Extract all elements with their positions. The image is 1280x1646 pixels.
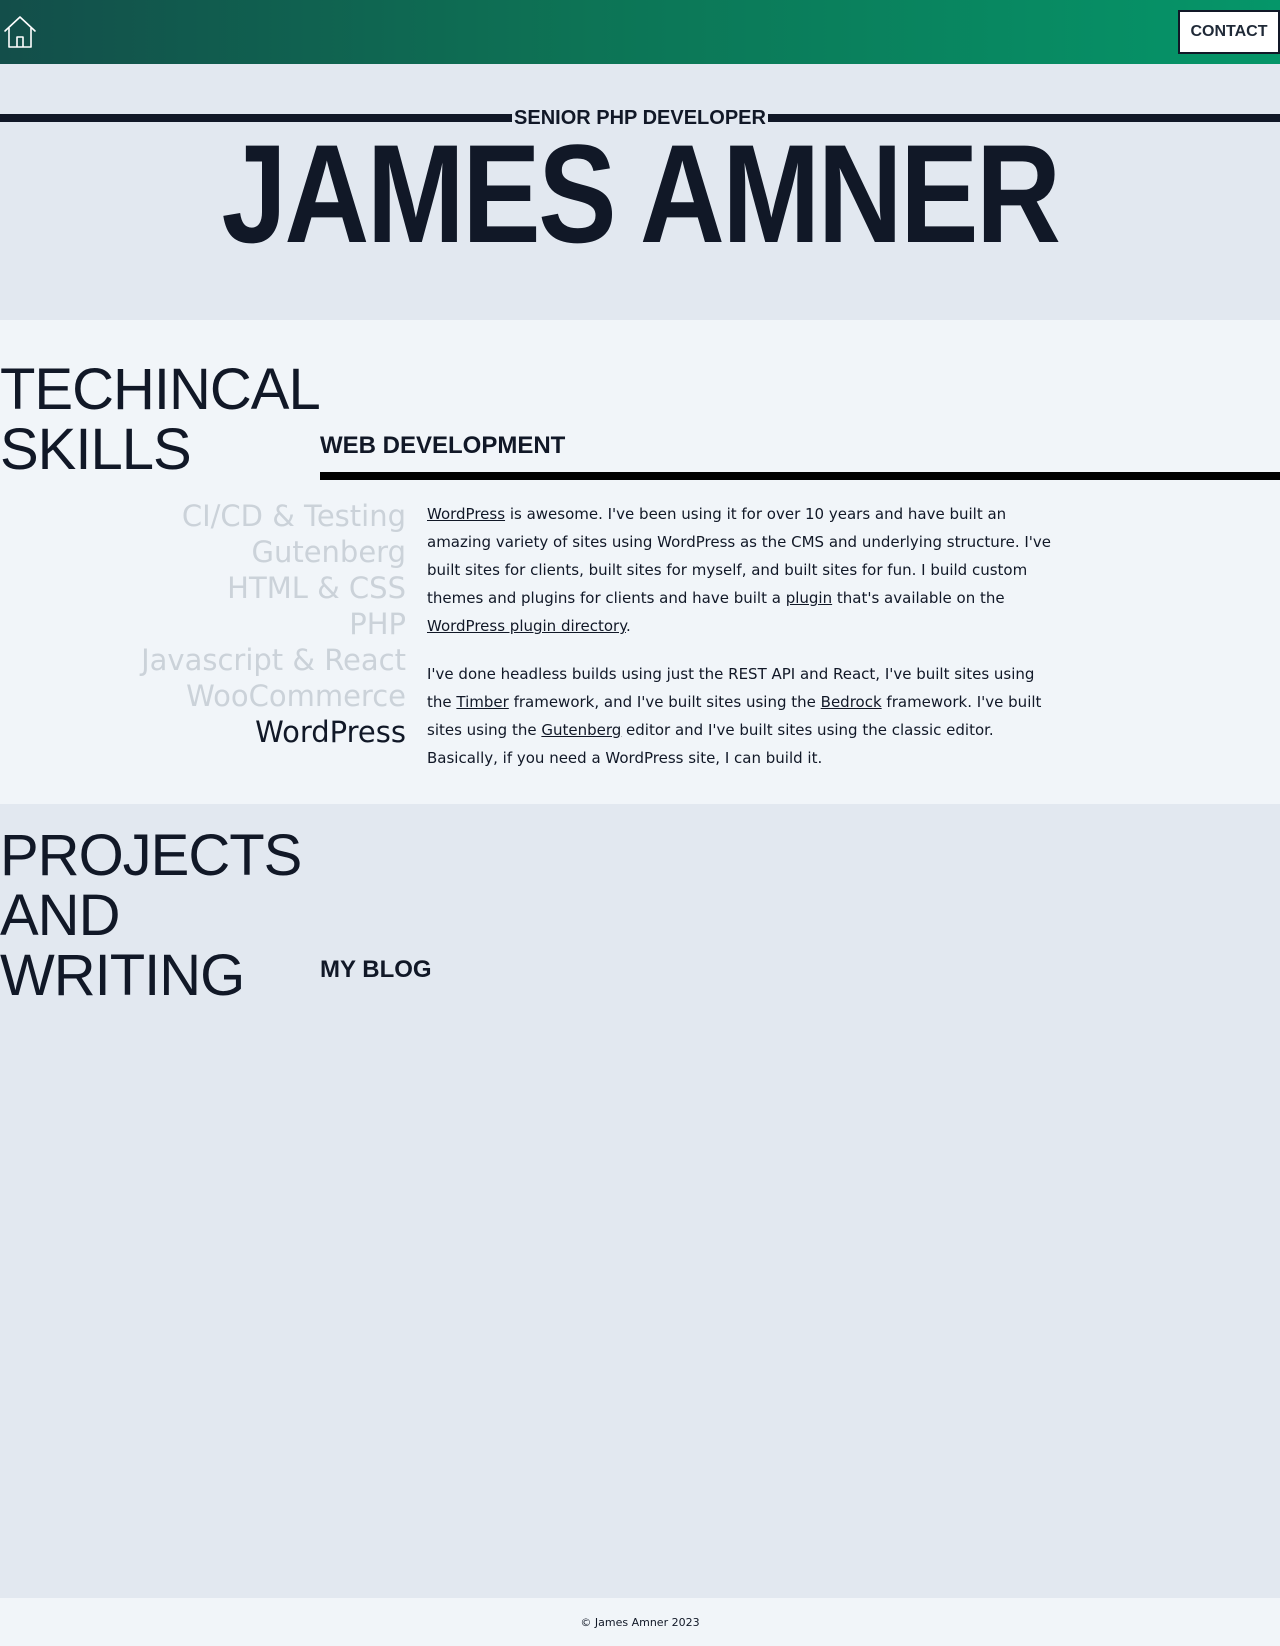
bedrock-link[interactable]: Bedrock (821, 693, 882, 711)
skill-tab-cicd[interactable]: CI/CD & Testing (0, 498, 406, 534)
paragraph-text: that's available on the (832, 589, 1005, 607)
skill-tab-html-css[interactable]: HTML & CSS (0, 570, 406, 606)
skill-tab-php[interactable]: PHP (0, 606, 406, 642)
skills-heading-line: SKILLS (0, 417, 192, 482)
skills-heading-line: TECHINCAL (0, 357, 321, 422)
skill-paragraph: I've done headless builds using just the… (427, 660, 1057, 772)
skill-tab-woocommerce[interactable]: WooCommerce (0, 678, 406, 714)
projects-heading: PROJECTS AND WRITING (0, 823, 302, 1008)
plugin-directory-link[interactable]: WordPress plugin directory (427, 617, 626, 635)
footer: © James Amner 2023 (0, 1598, 1280, 1646)
page-title: JAMES AMNER (221, 115, 1061, 272)
gutenberg-link[interactable]: Gutenberg (541, 721, 621, 739)
projects-heading-line: WRITING (0, 943, 245, 1008)
contact-button[interactable]: CONTACT (1178, 10, 1280, 54)
projects-heading-line: AND (0, 883, 120, 948)
skill-panel-divider (320, 472, 1280, 480)
skill-tab-gutenberg[interactable]: Gutenberg (0, 534, 406, 570)
paragraph-text: . (625, 617, 631, 635)
projects-section: PROJECTS AND WRITING MY BLOG (0, 804, 1280, 1598)
timber-link[interactable]: Timber (456, 693, 508, 711)
skill-panel-title: WEB DEVELOPMENT (320, 432, 566, 459)
copyright-text: © James Amner 2023 (580, 1615, 700, 1629)
blog-title: MY BLOG (320, 956, 432, 983)
skills-heading: TECHINCAL SKILLS (0, 357, 321, 482)
paragraph-text: framework, and I've built sites using th… (508, 693, 821, 711)
technical-skills-section: TECHINCAL SKILLS CI/CD & Testing Gutenbe… (0, 320, 1280, 804)
skill-tab-javascript-react[interactable]: Javascript & React (0, 642, 406, 678)
hero-section: SENIOR PHP DEVELOPER JAMES AMNER (0, 64, 1280, 320)
home-icon (4, 16, 36, 48)
skill-paragraph: WordPress is awesome. I've been using it… (427, 500, 1057, 640)
skill-panel-body: WordPress is awesome. I've been using it… (427, 500, 1057, 772)
skill-tab-wordpress[interactable]: WordPress (0, 714, 406, 750)
skill-tab-list: CI/CD & Testing Gutenberg HTML & CSS PHP… (0, 498, 406, 750)
wordpress-link[interactable]: WordPress (427, 505, 505, 523)
plugin-link[interactable]: plugin (786, 589, 832, 607)
top-navigation-bar: CONTACT (0, 0, 1280, 64)
projects-heading-line: PROJECTS (0, 823, 302, 888)
home-link[interactable] (2, 14, 38, 50)
